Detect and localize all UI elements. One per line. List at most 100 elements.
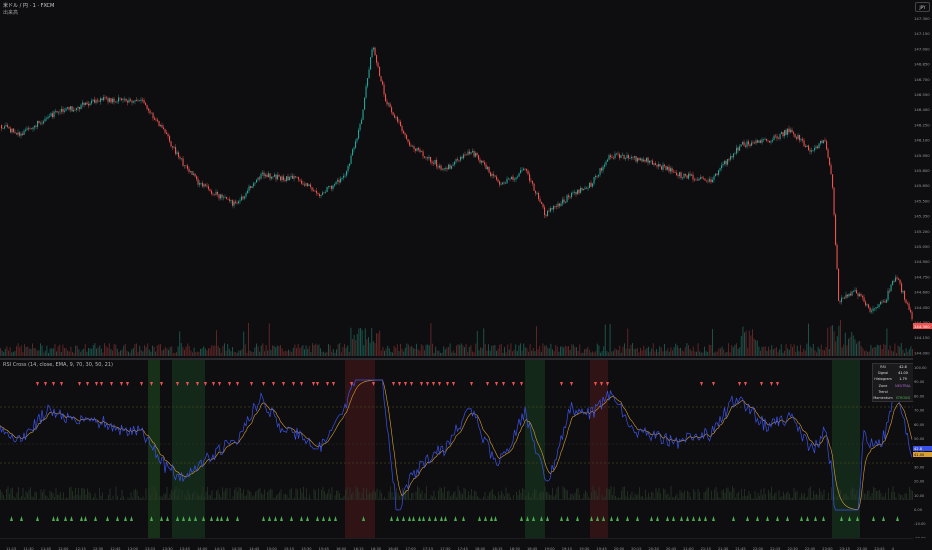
histogram-bar <box>561 499 562 500</box>
histogram-bar <box>36 492 37 500</box>
histogram-bar <box>171 489 172 500</box>
symbol-title[interactable]: 米ドル / 円 · 1 · FXCM <box>3 2 54 9</box>
bull-signal-marker <box>226 516 229 521</box>
indicator-title[interactable]: RSI Cross (14, close, EMA, 9, 70, 30, 50… <box>3 362 113 368</box>
histogram-bar <box>66 497 67 500</box>
volume-bar <box>395 347 397 356</box>
candle-body <box>68 107 70 110</box>
candle-body <box>752 142 754 144</box>
histogram-bar <box>361 492 363 500</box>
histogram-bar <box>442 492 444 500</box>
volume-bar <box>808 323 809 356</box>
candle-body <box>743 141 745 146</box>
histogram-bar <box>732 486 733 500</box>
volume-bar <box>232 347 233 356</box>
volume-bar <box>315 343 317 356</box>
histogram-bar <box>54 497 55 500</box>
candle-body <box>661 166 663 170</box>
volume-bar <box>465 344 467 356</box>
volume-bar <box>856 343 857 356</box>
bull-signal-marker <box>454 516 457 521</box>
histogram-bar <box>751 498 753 500</box>
bear-signal-marker <box>426 382 429 386</box>
histogram-bar <box>232 496 234 500</box>
volume-bar <box>164 346 166 356</box>
candle-body <box>584 187 586 190</box>
candle-body <box>206 185 208 187</box>
candle-body <box>550 208 552 212</box>
histogram-bar <box>153 499 154 500</box>
volume-bar <box>710 345 712 356</box>
candle-body <box>133 101 135 103</box>
volume-bar <box>489 350 491 356</box>
volume-bar <box>147 343 149 356</box>
candle-body <box>689 173 691 176</box>
bull-signal-marker <box>636 516 639 521</box>
candle-body <box>56 111 58 113</box>
candle-body <box>551 208 553 210</box>
volume-bar <box>348 352 350 356</box>
histogram-bar <box>814 494 816 500</box>
candle-body <box>500 184 502 185</box>
volume-bar <box>787 348 789 356</box>
candle-body <box>716 173 718 175</box>
rsi-chart[interactable] <box>0 360 913 538</box>
candle-body <box>134 100 136 102</box>
histogram-bar <box>109 488 111 500</box>
volume-bar <box>156 345 158 356</box>
candle-body <box>176 152 178 154</box>
bear-signal-marker <box>262 382 265 386</box>
price-pane[interactable]: 米ドル / 円 · 1 · FXCM 出来高 <box>0 0 913 358</box>
indicator-pane[interactable]: RSI Cross (14, close, EMA, 9, 70, 30, 50… <box>0 360 914 538</box>
time-axis[interactable]: 11:15 11:30 11:45 12:00 12:15 12:30 12:45 13:00… <box>0 538 913 550</box>
volume-bar <box>668 351 670 356</box>
candle-body <box>215 191 217 195</box>
histogram-bar <box>684 490 685 500</box>
price-axis[interactable]: 147.300 147.150 147.000 146.850 146.700 146.5… <box>913 0 932 358</box>
histogram-bar <box>613 486 615 500</box>
histogram-bar <box>609 489 610 500</box>
volume-bar <box>224 343 225 356</box>
candle-body <box>322 192 324 195</box>
volume-bar <box>900 343 902 356</box>
candle-body <box>832 174 834 188</box>
price-chart[interactable] <box>0 0 913 358</box>
volume-bar <box>363 345 365 356</box>
histogram-bar <box>30 487 31 500</box>
candle-body <box>907 303 909 304</box>
volume-bar <box>676 345 678 356</box>
candle-body <box>455 159 457 162</box>
candle-body <box>880 301 882 305</box>
candle-body <box>836 244 838 269</box>
candle-body <box>197 179 199 185</box>
volume-bar <box>0 348 1 356</box>
histogram-bar <box>39 498 40 500</box>
histogram-bar <box>237 491 238 500</box>
bear-signal-marker <box>236 382 239 386</box>
candle-body <box>335 181 337 185</box>
histogram-bar <box>525 496 526 500</box>
histogram-bar <box>667 493 669 500</box>
histogram-bar <box>675 495 676 500</box>
histogram-bar <box>327 493 328 500</box>
volume-bar <box>659 346 661 356</box>
histogram-bar <box>817 495 819 500</box>
candle-body <box>241 196 243 201</box>
histogram-bar <box>510 497 511 500</box>
candle-body <box>581 188 583 190</box>
histogram-bar <box>678 497 679 500</box>
candle-body <box>739 146 741 151</box>
candle-body <box>850 293 852 296</box>
histogram-bar <box>342 497 343 500</box>
histogram-bar <box>423 498 424 500</box>
volume-bar <box>352 339 353 356</box>
volume-bar <box>22 352 24 356</box>
candle-body <box>35 125 37 127</box>
histogram-bar <box>891 492 892 500</box>
histogram-bar <box>540 492 541 500</box>
indicator-axis[interactable]: 100.0090.0080.0070.0060.0050.0040.0030.0… <box>913 360 932 540</box>
volume-bar <box>822 349 824 356</box>
candle-body <box>781 132 783 134</box>
currency-button[interactable]: JPY <box>915 2 930 12</box>
histogram-bar <box>301 492 303 500</box>
